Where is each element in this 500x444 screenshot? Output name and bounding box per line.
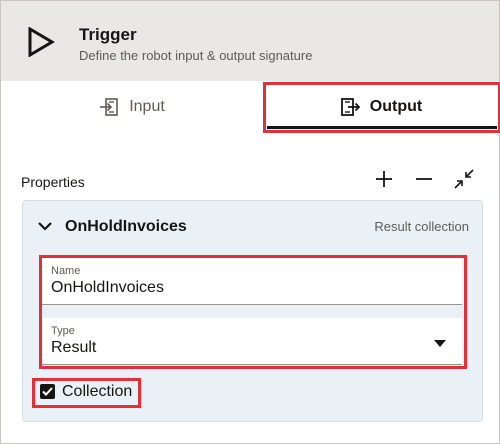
plus-icon — [376, 171, 392, 187]
play-icon — [28, 27, 55, 57]
tab-input-label: Input — [129, 98, 165, 115]
chevron-down-icon[interactable] — [37, 219, 53, 233]
remove-property-button[interactable] — [412, 167, 436, 191]
panel-header: Trigger Define the robot input & output … — [1, 1, 499, 81]
collapse-button[interactable] — [452, 167, 476, 191]
panel-title: Trigger — [79, 25, 137, 44]
property-type-text: Result collection — [374, 219, 469, 234]
add-property-button[interactable] — [372, 167, 396, 191]
input-icon — [99, 97, 119, 117]
collection-checkbox[interactable] — [40, 384, 55, 399]
collapse-icon — [454, 169, 474, 189]
output-tab-highlight — [263, 82, 500, 133]
checkmark-icon — [42, 387, 53, 396]
collection-label[interactable]: Collection — [62, 383, 132, 401]
minus-icon — [416, 178, 432, 180]
property-name-title: OnHoldInvoices — [65, 218, 187, 235]
fields-highlight — [39, 255, 467, 369]
tab-input[interactable]: Input — [1, 85, 263, 129]
trigger-panel: Trigger Define the robot input & output … — [0, 0, 500, 444]
properties-label: Properties — [21, 174, 85, 190]
panel-subtitle: Define the robot input & output signatur… — [79, 48, 313, 63]
